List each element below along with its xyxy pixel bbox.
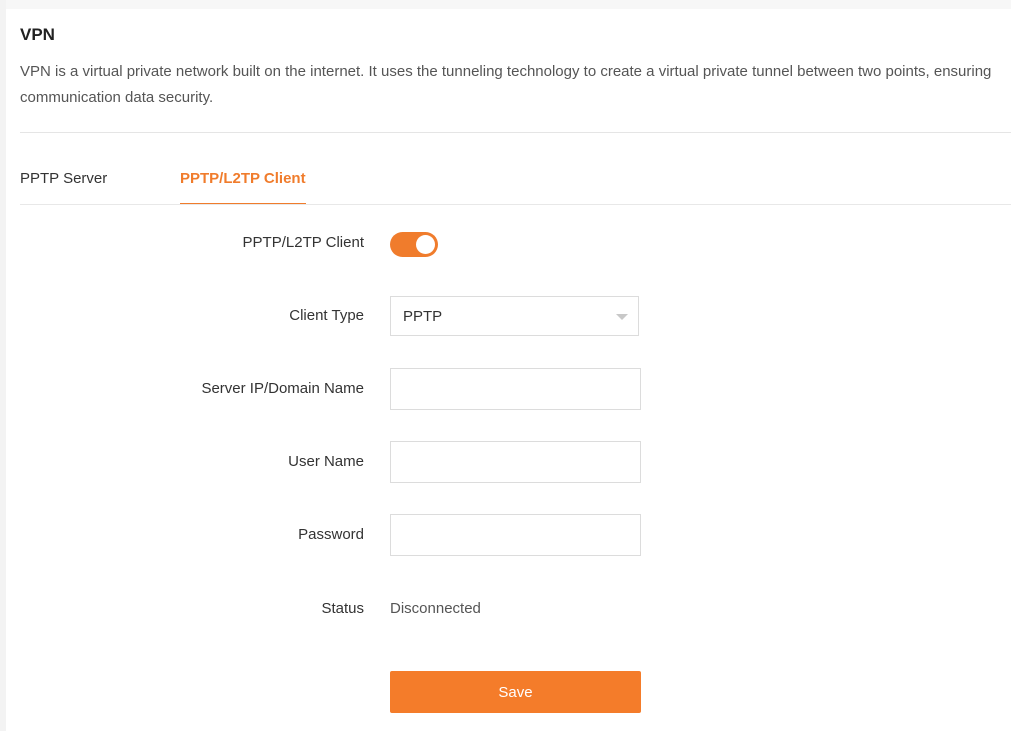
client-type-select[interactable]: PPTP — [390, 296, 639, 336]
divider — [20, 132, 1011, 133]
save-button[interactable]: Save — [390, 671, 641, 713]
server-input[interactable] — [390, 368, 641, 410]
page-title: VPN — [20, 25, 55, 44]
tab-pptp-server[interactable]: PPTP Server — [20, 170, 107, 204]
top-edge — [6, 0, 1011, 9]
username-input[interactable] — [390, 441, 641, 483]
page-description: VPN is a virtual private network built o… — [20, 63, 992, 106]
toggle-knob — [416, 235, 435, 254]
password-label: Password — [298, 526, 364, 543]
status-value: Disconnected — [390, 600, 481, 617]
chevron-down-icon — [616, 314, 628, 320]
server-label: Server IP/Domain Name — [201, 380, 364, 397]
tabs-divider — [20, 204, 1011, 205]
vpn-panel: VPN VPN is a virtual private network bui… — [6, 9, 1011, 731]
client-type-value: PPTP — [403, 308, 443, 325]
client-toggle-label: PPTP/L2TP Client — [242, 234, 364, 251]
username-label: User Name — [288, 453, 364, 470]
status-label: Status — [321, 600, 364, 617]
password-input[interactable] — [390, 514, 641, 556]
client-toggle[interactable] — [390, 232, 438, 257]
client-type-label: Client Type — [289, 307, 364, 324]
tab-pptp-l2tp-client[interactable]: PPTP/L2TP Client — [180, 170, 306, 205]
